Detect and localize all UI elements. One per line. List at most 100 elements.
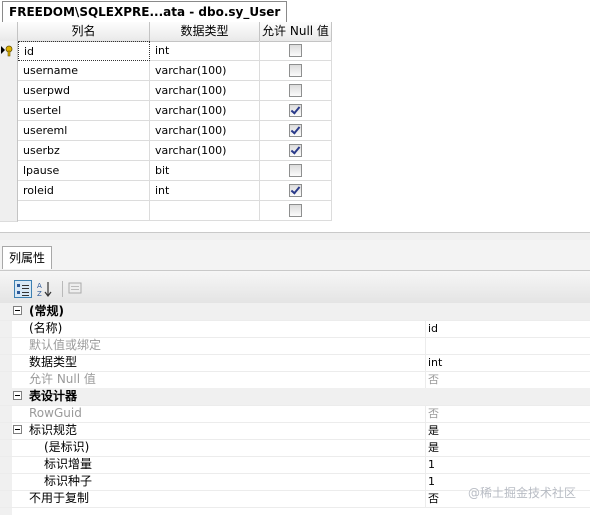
property-divider <box>425 439 426 456</box>
property-value[interactable]: 1 <box>428 456 435 473</box>
allow-null-checkbox[interactable] <box>289 44 302 57</box>
collapse-icon[interactable] <box>13 425 22 434</box>
table-row[interactable]: lpause bit <box>0 161 335 182</box>
property-name: 标识增量 <box>44 457 93 471</box>
property-value[interactable]: 1 <box>428 473 435 490</box>
row-selector-header <box>0 22 18 42</box>
allow-null-checkbox[interactable] <box>289 144 302 157</box>
row-selector[interactable] <box>0 161 18 182</box>
tab-column-properties[interactable]: 列属性 <box>2 246 53 269</box>
cell-allow-null <box>260 181 332 201</box>
property-row[interactable]: 标识增量 1 <box>0 456 590 474</box>
property-name: 不用于复制 <box>29 491 90 505</box>
allow-null-checkbox[interactable] <box>289 84 302 97</box>
property-value[interactable]: id <box>428 320 438 337</box>
cell-data-type[interactable]: int <box>150 41 260 61</box>
cell-column-name[interactable]: id <box>18 41 150 61</box>
cell-column-name[interactable]: usertel <box>18 101 150 121</box>
property-row[interactable]: (是标识) 是 <box>0 439 590 457</box>
row-selector[interactable] <box>0 101 18 122</box>
cell-column-name[interactable]: userbz <box>18 141 150 161</box>
table-row[interactable]: usereml varchar(100) <box>0 121 335 142</box>
cell-data-type[interactable] <box>150 201 260 221</box>
table-row[interactable]: roleid int <box>0 181 335 202</box>
property-name: (是标识) <box>44 440 90 454</box>
allow-null-checkbox[interactable] <box>289 164 302 177</box>
table-row[interactable]: userpwd varchar(100) <box>0 81 335 102</box>
cell-data-type[interactable]: int <box>150 181 260 201</box>
column-design-grid: 列名 数据类型 允许 Null 值 id int username varchar(1… <box>0 22 590 232</box>
property-value[interactable]: int <box>428 354 442 371</box>
sort-az-icon[interactable]: A Z <box>36 280 54 298</box>
cell-data-type[interactable]: varchar(100) <box>150 141 260 161</box>
cell-column-name[interactable]: lpause <box>18 161 150 181</box>
svg-text:Z: Z <box>37 290 42 298</box>
header-data-type[interactable]: 数据类型 <box>150 22 260 42</box>
property-name: RowGuid <box>29 406 82 420</box>
property-row[interactable]: 标识规范 是 <box>0 422 590 440</box>
property-value[interactable]: 否 <box>428 371 439 388</box>
cell-data-type[interactable]: varchar(100) <box>150 81 260 101</box>
collapse-icon[interactable] <box>13 391 22 400</box>
allow-null-checkbox[interactable] <box>289 184 302 197</box>
toolbar-separator <box>62 281 63 297</box>
svg-text:A: A <box>37 282 42 290</box>
row-selector[interactable] <box>0 81 18 102</box>
cell-data-type[interactable]: varchar(100) <box>150 121 260 141</box>
primary-key-icon <box>1 45 13 57</box>
property-category[interactable]: (常规) <box>0 303 590 321</box>
property-row[interactable]: (名称) id <box>0 320 590 338</box>
property-divider <box>425 371 426 388</box>
property-name: 数据类型 <box>29 355 78 369</box>
table-row[interactable]: id int <box>0 41 335 62</box>
property-divider <box>425 422 426 439</box>
property-value[interactable]: 否 <box>428 490 439 507</box>
property-row[interactable]: 允许 Null 值 否 <box>0 371 590 389</box>
header-allow-null[interactable]: 允许 Null 值 <box>260 22 332 42</box>
cell-allow-null <box>260 161 332 181</box>
row-selector[interactable] <box>0 121 18 142</box>
cell-column-name[interactable] <box>18 201 150 221</box>
row-selector[interactable] <box>0 141 18 162</box>
cell-column-name[interactable]: usereml <box>18 121 150 141</box>
property-divider <box>425 337 426 354</box>
category-label: 表设计器 <box>29 389 78 403</box>
table-row[interactable]: userbz varchar(100) <box>0 141 335 162</box>
row-selector[interactable] <box>0 61 18 82</box>
categorized-icon[interactable] <box>14 280 32 298</box>
property-name: 默认值或绑定 <box>29 338 102 352</box>
table-row[interactable] <box>0 201 335 222</box>
header-column-name[interactable]: 列名 <box>18 22 150 42</box>
document-tab[interactable]: FREEDOM\SQLEXPRE...ata - dbo.sy_User <box>2 1 288 22</box>
cell-column-name[interactable]: username <box>18 61 150 81</box>
cell-allow-null <box>260 61 332 81</box>
allow-null-checkbox[interactable] <box>289 104 302 117</box>
row-selector[interactable] <box>0 201 18 222</box>
cell-column-name[interactable]: userpwd <box>18 81 150 101</box>
cell-column-name[interactable]: roleid <box>18 181 150 201</box>
property-pages-icon[interactable] <box>67 280 85 298</box>
property-row[interactable]: 默认值或绑定 <box>0 337 590 355</box>
property-category[interactable]: 表设计器 <box>0 388 590 406</box>
row-selector[interactable] <box>0 181 18 202</box>
allow-null-checkbox[interactable] <box>289 64 302 77</box>
table-row[interactable]: username varchar(100) <box>0 61 335 82</box>
property-row[interactable]: RowGuid 否 <box>0 405 590 423</box>
collapse-icon[interactable] <box>13 306 22 315</box>
allow-null-checkbox[interactable] <box>289 124 302 137</box>
table-row[interactable]: usertel varchar(100) <box>0 101 335 122</box>
property-divider <box>425 490 426 507</box>
category-label: (常规) <box>29 304 64 318</box>
property-name: (名称) <box>29 321 63 335</box>
cell-data-type[interactable]: varchar(100) <box>150 61 260 81</box>
properties-tabbar: 列属性 <box>0 240 590 270</box>
property-value[interactable]: 是 <box>428 422 439 439</box>
cell-allow-null <box>260 121 332 141</box>
property-value[interactable]: 是 <box>428 439 439 456</box>
property-row[interactable]: 数据类型 int <box>0 354 590 372</box>
cell-data-type[interactable]: varchar(100) <box>150 101 260 121</box>
cell-data-type[interactable]: bit <box>150 161 260 181</box>
allow-null-checkbox[interactable] <box>289 204 302 217</box>
property-value[interactable]: 否 <box>428 405 439 422</box>
row-selector[interactable] <box>0 41 18 62</box>
